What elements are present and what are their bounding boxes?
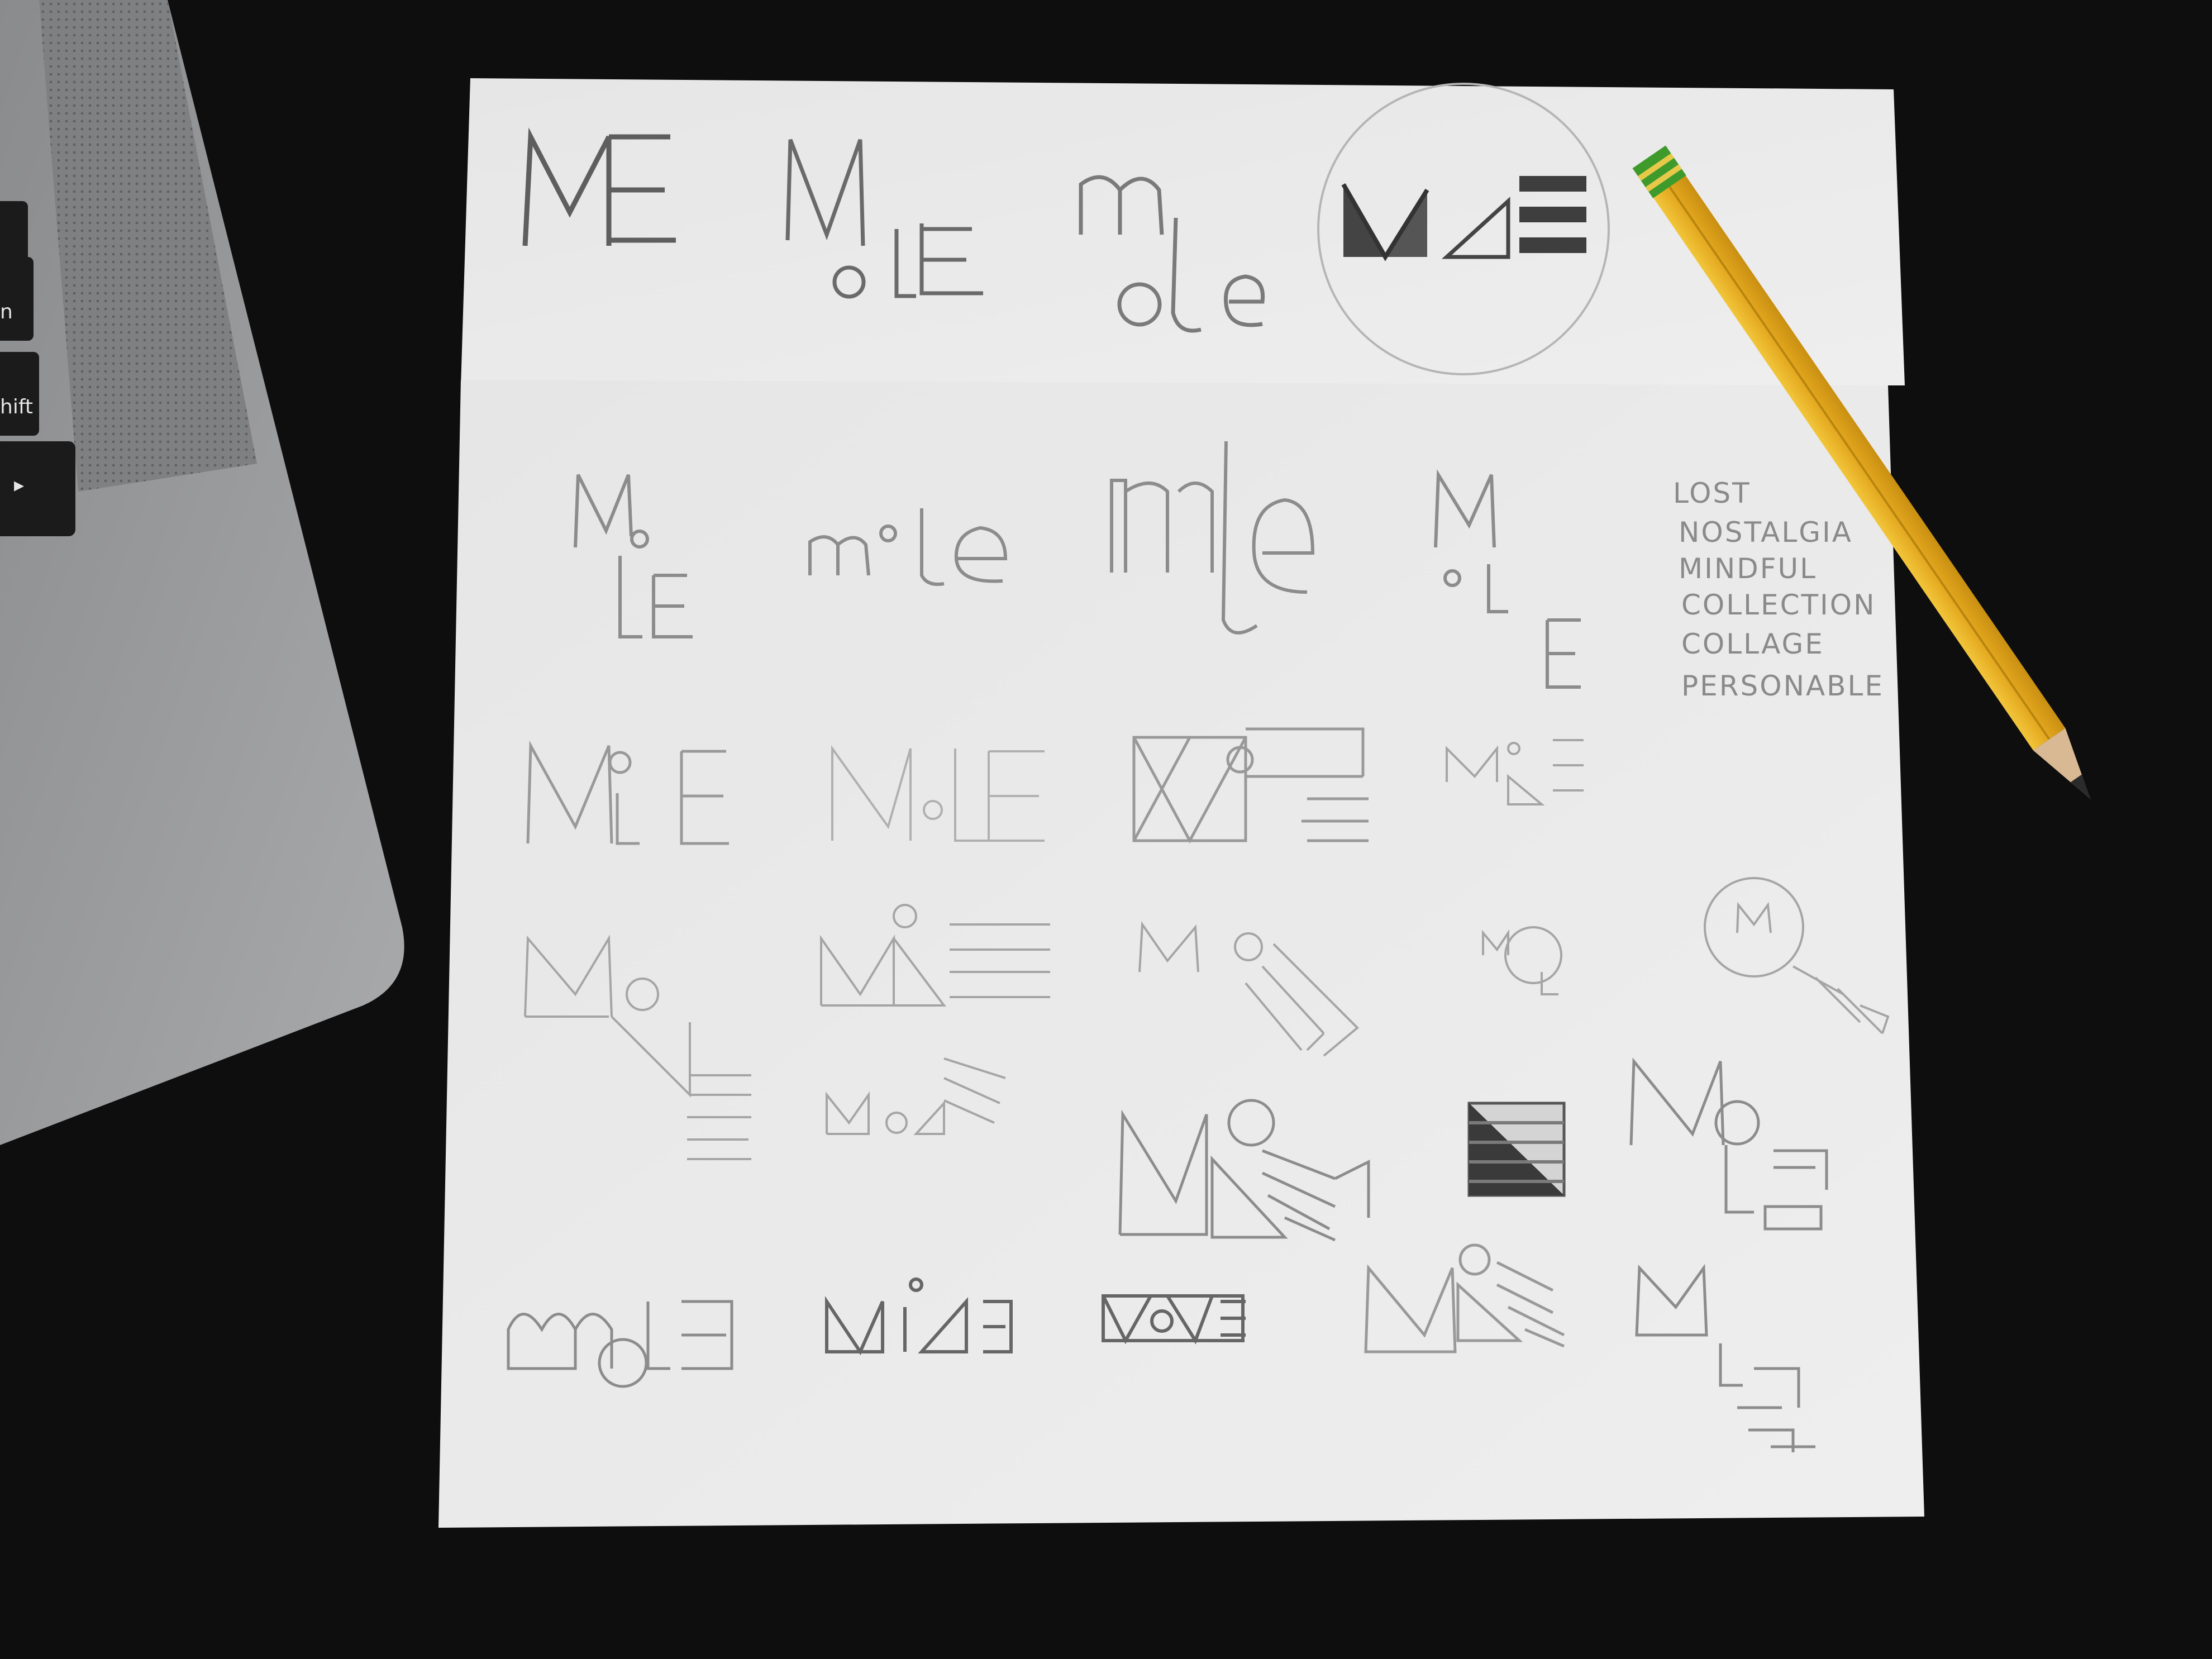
word-nostalgia: NOSTALGIA (1679, 516, 1853, 549)
key-label-shift: hift (0, 395, 33, 418)
bottom-paper-sheet: LOST NOSTALGIA MINDFUL COLLECTION COLLAG… (438, 380, 1924, 1528)
key-label-arrow: ▸ (14, 474, 24, 497)
word-collage: COLLAGE (1681, 628, 1824, 660)
logo-sketch-row4-c (1467, 1102, 1566, 1197)
key-label-n: n (0, 301, 13, 323)
word-mindful: MINDFUL (1679, 552, 1817, 585)
word-lost: LOST (1673, 477, 1751, 509)
photo-scene: n hift ▸ LOST NOSTALGIA MINDFUL COLLECTI… (0, 0, 2212, 1659)
word-personable: PERSONABLE (1681, 670, 1884, 702)
word-collection: COLLECTION (1681, 589, 1876, 621)
